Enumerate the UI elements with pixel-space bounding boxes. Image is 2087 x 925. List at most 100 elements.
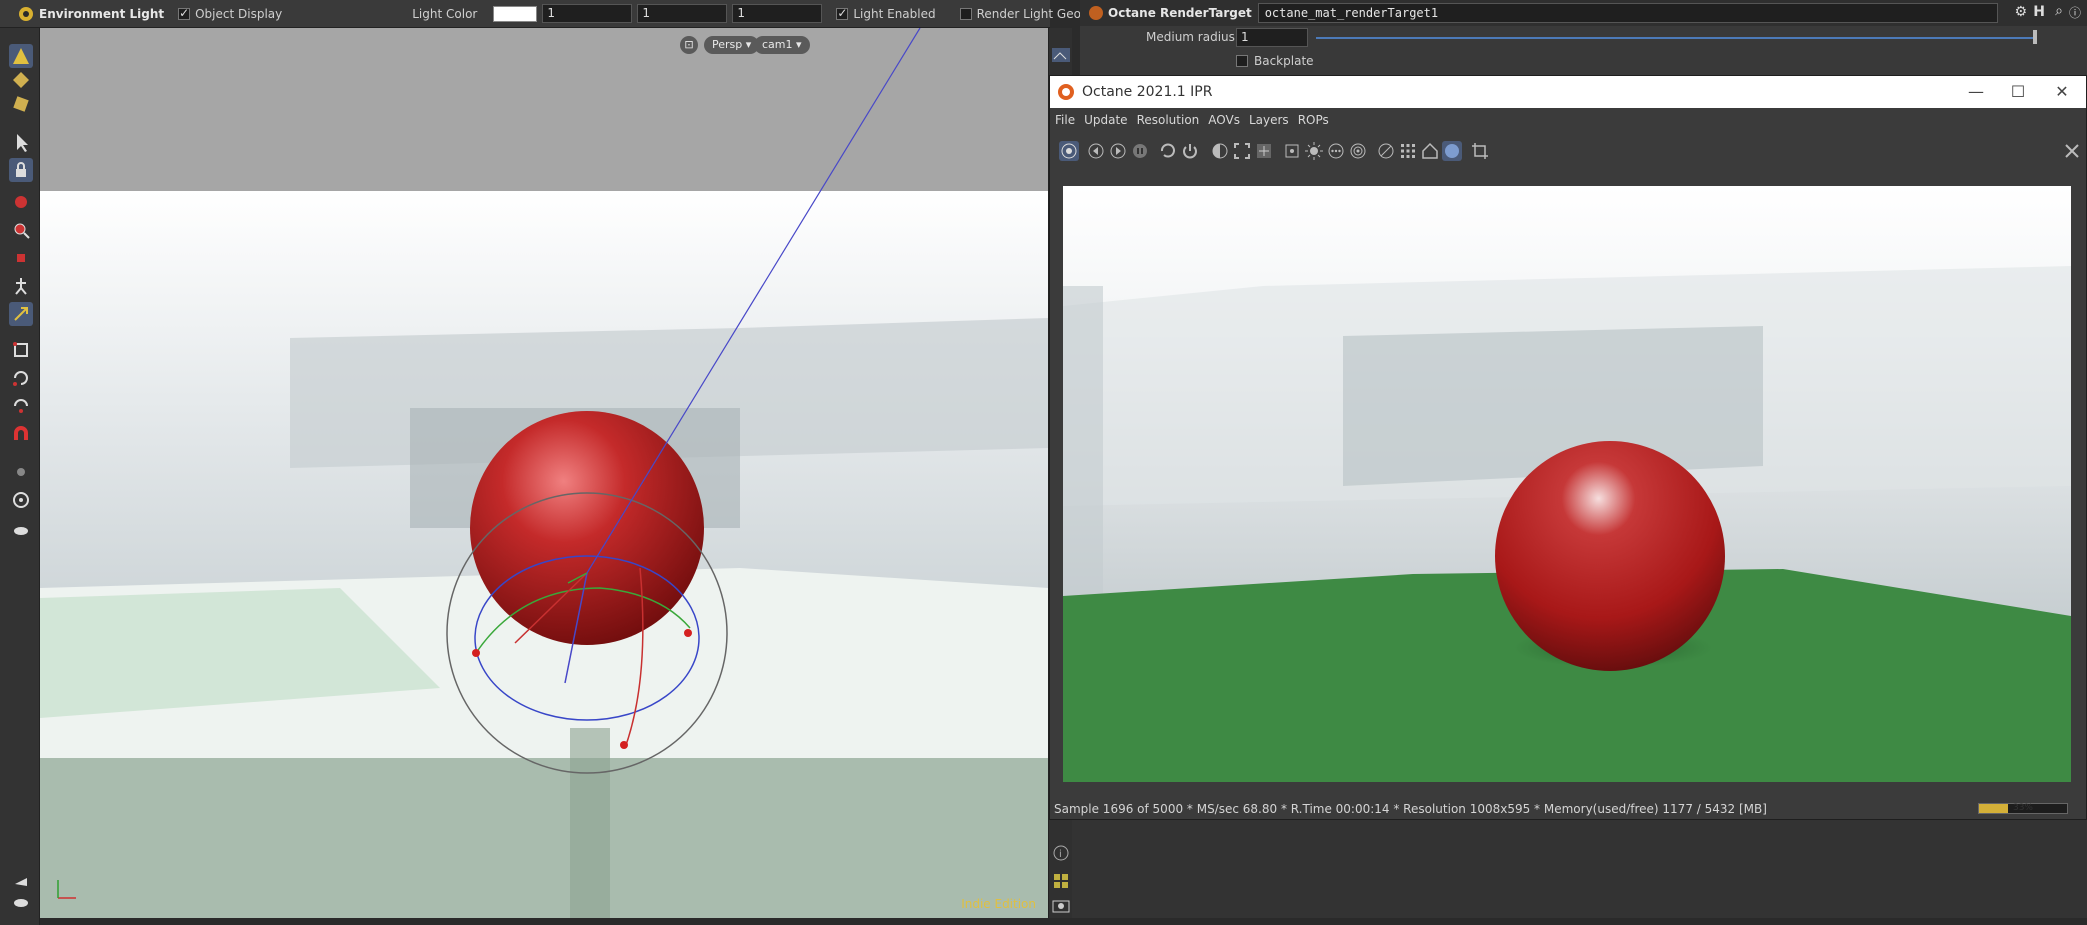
close-button[interactable]: ✕ [2042, 80, 2082, 104]
refresh-icon[interactable] [1158, 141, 1178, 161]
skeleton-icon [15, 278, 27, 295]
menu-rops[interactable]: ROPs [1298, 113, 1329, 127]
search-icon[interactable]: ⌕ [2055, 3, 2063, 19]
ipr-title-bar[interactable]: Octane 2021.1 IPR — ☐ ✕ [1050, 76, 2086, 108]
camera-tool[interactable] [9, 488, 33, 512]
menu-layers[interactable]: Layers [1249, 113, 1289, 127]
object-display-toggle[interactable]: Object Display [178, 6, 282, 21]
half-circle-icon[interactable] [1210, 141, 1230, 161]
snap-icon [17, 468, 25, 476]
skip-back-icon[interactable] [1086, 141, 1106, 161]
backplate-checkbox[interactable] [1236, 55, 1248, 67]
node-name-field[interactable]: octane_mat_renderTarget1 [1257, 3, 1998, 23]
menu-aovs[interactable]: AOVs [1208, 113, 1240, 127]
gear-icon[interactable]: ⚙ [2014, 4, 2027, 20]
empty-pane [1072, 820, 2087, 925]
object-display-checkbox[interactable] [178, 6, 191, 20]
power-icon[interactable] [1180, 141, 1200, 161]
environment-light-icon [19, 6, 33, 21]
focus-icon[interactable] [1282, 141, 1302, 161]
rendered-image [1063, 186, 2071, 782]
pause-icon[interactable] [1130, 141, 1150, 161]
snap-tool[interactable] [9, 460, 33, 484]
region-icon[interactable] [1254, 141, 1274, 161]
handle-tool[interactable] [9, 190, 33, 214]
slider-handle[interactable] [2033, 30, 2037, 44]
magnet-tool[interactable] [9, 422, 33, 446]
orient-icon [14, 399, 28, 413]
bottom-tool-b[interactable] [9, 890, 33, 914]
light-enabled-toggle[interactable]: Light Enabled [836, 6, 936, 21]
medium-radius-label: Medium radius [1146, 30, 1235, 44]
render-tool[interactable] [9, 516, 33, 540]
lock-tool[interactable] [9, 158, 33, 182]
rotate-tool[interactable] [9, 366, 33, 390]
menu-resolution[interactable]: Resolution [1137, 113, 1200, 127]
start-render-icon[interactable] [1059, 141, 1079, 161]
light-color-b-field[interactable]: 1 [732, 4, 823, 23]
light-shape-tool[interactable] [9, 68, 33, 92]
view-tool[interactable] [9, 218, 33, 242]
bottom-tool-a[interactable] [9, 868, 33, 892]
medium-radius-slider[interactable] [1316, 37, 2036, 39]
select-tool[interactable] [9, 130, 33, 154]
medium-radius-field[interactable]: 1 [1236, 28, 1308, 47]
info-icon[interactable]: i [1050, 842, 1072, 864]
home-icon[interactable] [1420, 141, 1440, 161]
houdini-help-icon[interactable]: H [2033, 4, 2045, 20]
camera-menu[interactable]: cam1 ▾ [754, 36, 810, 54]
transform-icon [14, 307, 28, 321]
target-icon[interactable] [1348, 141, 1368, 161]
orient-tool[interactable] [9, 394, 33, 418]
ipr-render-view[interactable] [1063, 186, 2071, 782]
grid-icon[interactable] [1050, 870, 1072, 892]
light-color-g-field[interactable]: 1 [637, 4, 728, 23]
grid-dots-icon[interactable] [1398, 141, 1418, 161]
render-progress-label: 33% [2012, 803, 2033, 813]
light-enabled-checkbox[interactable] [836, 6, 849, 20]
backplate-label: Backplate [1254, 54, 1314, 68]
sun-icon[interactable] [1304, 141, 1324, 161]
dots-circle-icon[interactable] [1326, 141, 1346, 161]
scale-tool[interactable] [9, 338, 33, 362]
svg-text:i: i [1059, 849, 1062, 860]
crop-icon[interactable] [1470, 141, 1490, 161]
light-area-tool[interactable] [9, 92, 33, 116]
render-light-geometry-checkbox[interactable] [959, 7, 972, 20]
light-color-label: Light Color [412, 6, 478, 21]
camera-icon[interactable] [1050, 894, 1072, 916]
timeline-ruler[interactable] [40, 918, 2087, 925]
menu-update[interactable]: Update [1084, 113, 1127, 127]
no-entry-icon[interactable] [1376, 141, 1396, 161]
pose-tool[interactable] [9, 246, 33, 270]
houdini-logo-icon [1058, 84, 1074, 100]
maximize-button[interactable]: ☐ [1998, 80, 2038, 104]
menu-file[interactable]: File [1055, 113, 1075, 127]
scene-viewport[interactable]: ⊡ Persp ▾ cam1 ▾ Indie Edition [40, 28, 1048, 925]
sphere-view-icon[interactable] [1442, 141, 1462, 161]
create-light-tool[interactable] [9, 44, 33, 68]
teapot-icon [14, 527, 28, 535]
display-options-icon[interactable] [1050, 44, 1072, 66]
ipr-status-text: Sample 1696 of 5000 * MS/sec 68.80 * R.T… [1054, 802, 1767, 816]
rotate-icon [13, 371, 28, 386]
transform-tool[interactable] [9, 302, 33, 326]
light-color-r-field[interactable]: 1 [542, 4, 633, 23]
indie-edition-label: Indie Edition [961, 897, 1036, 911]
perspective-menu[interactable]: Persp ▾ [704, 36, 760, 54]
rig-tool[interactable] [9, 274, 33, 298]
magnifier-icon [14, 223, 30, 239]
light-color-swatch[interactable] [493, 5, 538, 22]
viewport-lock-icon[interactable]: ⊡ [680, 36, 698, 54]
minimize-button[interactable]: — [1956, 80, 1996, 104]
light-enabled-label: Light Enabled [853, 6, 936, 21]
octane-ipr-window: Octane 2021.1 IPR — ☐ ✕ File Update Reso… [1049, 75, 2087, 820]
skip-forward-icon[interactable] [1108, 141, 1128, 161]
fit-icon[interactable] [1232, 141, 1252, 161]
light-parameter-toolbar: Environment Light Object Display Light C… [0, 0, 1162, 28]
light-diamond-icon [13, 72, 29, 88]
viewport-render [40, 28, 1048, 925]
info-circle-icon[interactable]: ⓘ [2069, 4, 2081, 21]
magnet-icon [14, 426, 28, 440]
tools-icon[interactable] [2062, 141, 2082, 161]
